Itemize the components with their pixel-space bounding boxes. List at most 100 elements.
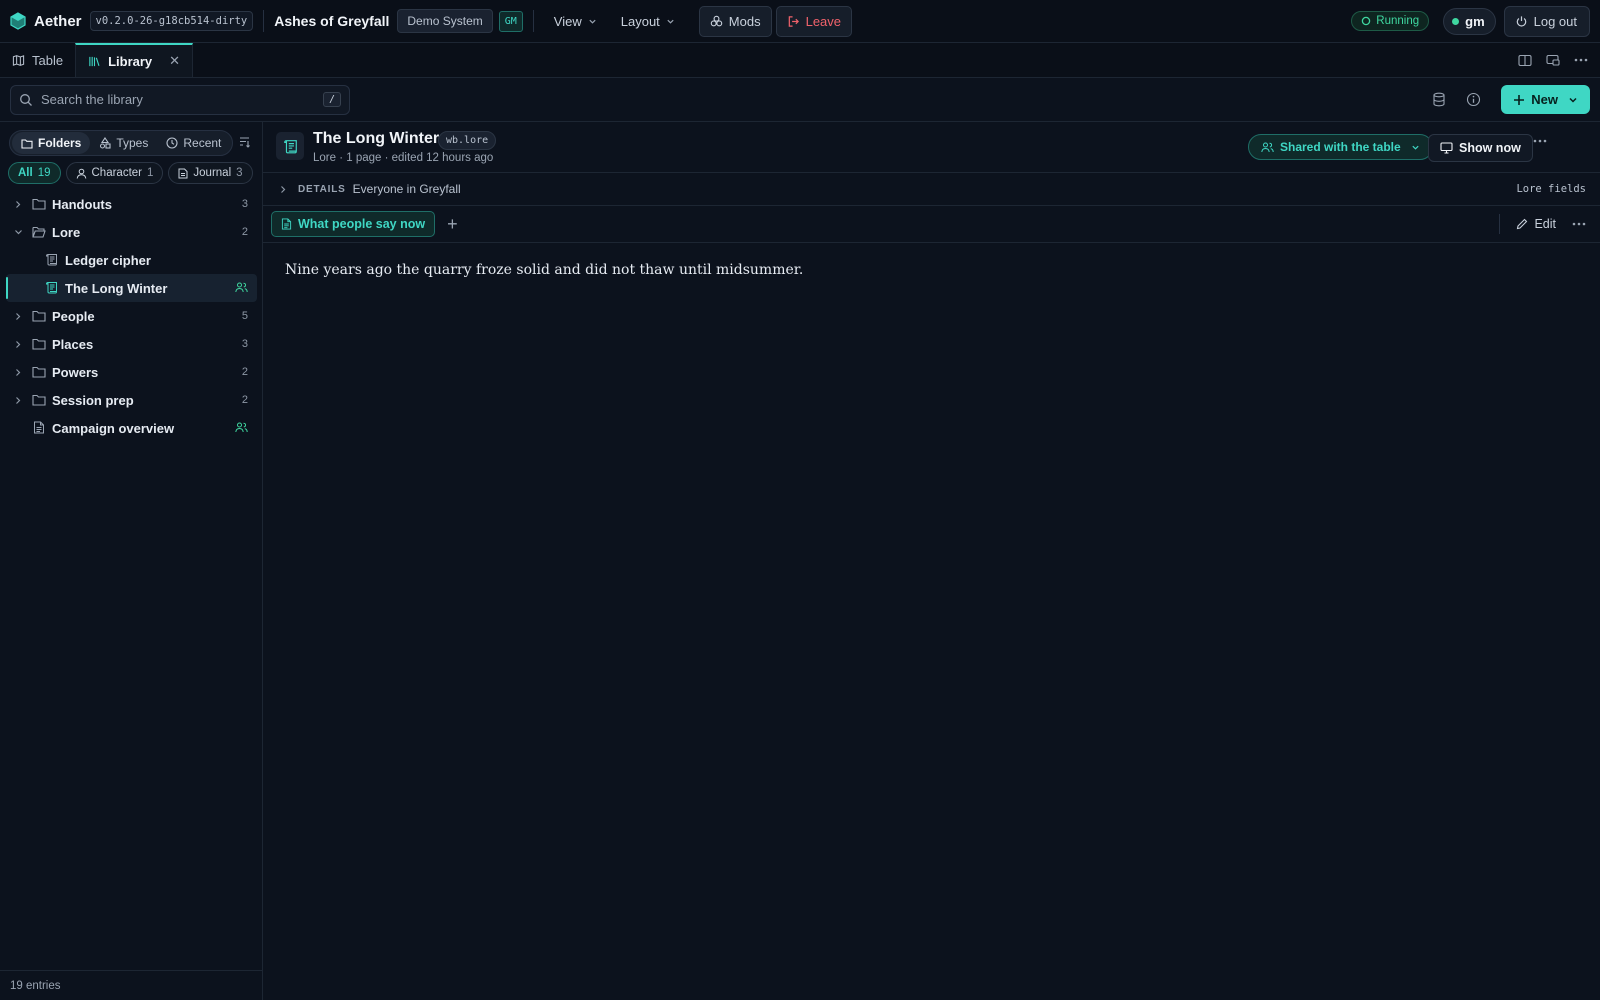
filter-character-label: Character	[91, 167, 143, 179]
popout-window-icon[interactable]	[1546, 54, 1560, 67]
tree-item-label: Handouts	[52, 196, 112, 212]
chevron-right-icon[interactable]	[14, 200, 22, 209]
folder-icon	[32, 366, 46, 378]
version-badge: v0.2.0-26-g18cb514-dirty	[89, 11, 254, 31]
brand[interactable]: Aether	[10, 12, 82, 30]
document-icon	[178, 168, 188, 178]
close-tab-icon[interactable]: ✕	[169, 53, 180, 69]
folder-places[interactable]: Places 3	[0, 330, 263, 358]
folder-lore[interactable]: Lore 2	[0, 218, 263, 246]
gm-role-badge: GM	[498, 10, 523, 32]
database-icon[interactable]	[1432, 92, 1446, 107]
folder-icon	[21, 138, 33, 149]
tree-item-label: The Long Winter	[65, 280, 168, 296]
tree-item-label: Lore	[52, 224, 81, 240]
chevron-right-icon	[281, 185, 286, 193]
page-tab-what-people-say-now[interactable]: What people say now	[271, 211, 436, 237]
chevron-down-icon[interactable]	[14, 228, 23, 236]
entry-campaign-overview[interactable]: Campaign overview	[0, 414, 263, 442]
chevron-right-icon[interactable]	[14, 312, 22, 321]
mode-types[interactable]: Types	[90, 132, 157, 154]
lore-fields-link[interactable]: Lore fields	[1516, 183, 1586, 195]
shared-users-icon	[235, 422, 248, 433]
shared-users-icon	[1261, 142, 1274, 152]
tree-item-count: 2	[241, 394, 248, 406]
divider	[532, 10, 534, 32]
logout-label: Log out	[1533, 13, 1577, 29]
split-view-icon[interactable]	[1518, 54, 1532, 67]
scroll-icon	[45, 254, 58, 266]
mode-folders[interactable]: Folders	[12, 132, 91, 154]
layout-menu[interactable]: Layout	[611, 8, 685, 35]
search-input[interactable]	[41, 92, 315, 107]
chevron-right-icon[interactable]	[14, 340, 22, 349]
more-horizontal-icon[interactable]	[1533, 139, 1547, 143]
folder-handouts[interactable]: Handouts 3	[0, 190, 263, 218]
document-icon	[281, 218, 292, 230]
chevron-down-icon	[589, 19, 596, 24]
tree-item-count: 3	[241, 198, 248, 210]
new-entry-button[interactable]: New	[1501, 85, 1590, 114]
tree-item-label: Powers	[52, 364, 99, 380]
folder-session-prep[interactable]: Session prep 2	[0, 386, 263, 414]
more-horizontal-icon[interactable]	[1572, 222, 1586, 226]
tab-library[interactable]: Library ✕	[75, 43, 194, 77]
user-menu[interactable]: gm	[1443, 7, 1496, 35]
show-now-button[interactable]: Show now	[1428, 134, 1533, 162]
filter-all-count: 19	[37, 167, 51, 179]
document-meta: Lore · 1 page · edited 12 hours ago	[313, 152, 494, 164]
divider	[1499, 214, 1501, 234]
entry-the-long-winter[interactable]: The Long Winter	[6, 274, 257, 302]
shared-users-icon	[235, 282, 248, 293]
sort-icon[interactable]	[238, 135, 251, 148]
shapes-icon	[100, 137, 111, 149]
chevron-right-icon[interactable]	[14, 368, 22, 377]
map-icon	[12, 54, 25, 66]
filter-journal[interactable]: Journal 3	[168, 162, 253, 184]
logout-button[interactable]: Log out	[1503, 5, 1590, 37]
mode-recent[interactable]: Recent	[157, 132, 230, 154]
tree-item-label: People	[52, 308, 95, 324]
document-icon	[34, 421, 44, 434]
chevron-right-icon[interactable]	[14, 396, 22, 405]
folder-powers[interactable]: Powers 2	[0, 358, 263, 386]
mode-types-label: Types	[116, 136, 149, 150]
online-dot-icon	[1452, 17, 1460, 25]
tree-item-label: Campaign overview	[52, 420, 175, 436]
campaign-title: Ashes of Greyfall	[274, 13, 390, 29]
mods-button[interactable]: Mods	[698, 5, 772, 37]
filter-character[interactable]: Character 1	[65, 162, 164, 184]
folder-people[interactable]: People 5	[0, 302, 263, 330]
tab-table[interactable]: Table	[0, 43, 75, 77]
edit-button[interactable]: Edit	[1516, 217, 1556, 231]
leave-button[interactable]: Leave	[775, 5, 853, 37]
folder-icon	[32, 198, 46, 210]
sharing-dropdown[interactable]: Shared with the table	[1248, 134, 1433, 160]
view-menu[interactable]: View	[544, 8, 607, 35]
aether-logo-icon	[10, 12, 26, 30]
folder-icon	[32, 338, 46, 350]
add-page-icon[interactable]: +	[447, 214, 458, 235]
circle-status-icon	[1362, 16, 1371, 26]
filter-journal-label: Journal	[193, 167, 232, 179]
details-toggle[interactable]: DETAILS Everyone in Greyfall Lore fields	[263, 173, 1600, 206]
folder-icon	[32, 310, 46, 322]
mode-folders-label: Folders	[38, 136, 82, 150]
tab-bar: Table Library ✕	[0, 43, 1600, 78]
view-menu-label: View	[553, 13, 582, 29]
document-view: The Long Winter wb.lore Lore · 1 page · …	[263, 122, 1600, 1000]
entry-ledger-cipher[interactable]: Ledger cipher	[0, 246, 263, 274]
show-now-label: Show now	[1459, 141, 1521, 155]
filter-all[interactable]: All 19	[8, 162, 61, 184]
tree-item-count: 3	[241, 338, 248, 350]
filter-character-count: 1	[147, 167, 154, 179]
more-horizontal-icon[interactable]	[1574, 58, 1588, 62]
exit-icon	[788, 15, 799, 27]
info-icon[interactable]	[1466, 92, 1481, 107]
folder-icon	[32, 394, 46, 406]
leave-label: Leave	[805, 13, 842, 29]
search-box[interactable]: /	[10, 84, 350, 115]
document-body: Nine years ago the quarry froze solid an…	[285, 262, 804, 278]
clock-icon	[166, 137, 178, 149]
tab-table-label: Table	[32, 52, 64, 68]
